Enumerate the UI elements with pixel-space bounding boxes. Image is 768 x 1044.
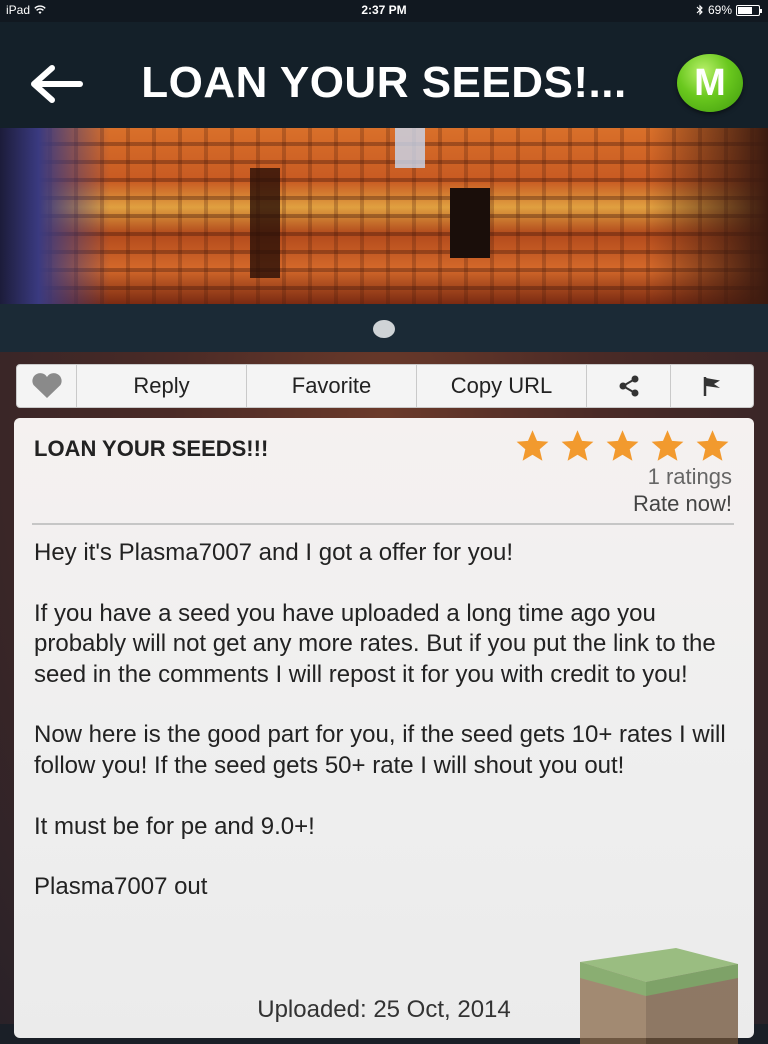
navigation-bar: LOAN YOUR SEEDS!...: [0, 22, 768, 128]
post-paragraph: Now here is the good part for you, if th…: [34, 721, 726, 779]
page-title: LOAN YOUR SEEDS!...: [141, 58, 627, 107]
post-body: Hey it's Plasma7007 and I got a offer fo…: [34, 538, 734, 933]
banner-shadow-left: [0, 128, 110, 304]
star-icon[interactable]: [514, 428, 551, 464]
ratings-count: 1 ratings: [647, 464, 732, 489]
star-icon[interactable]: [559, 428, 596, 464]
banner-pillar: [250, 168, 280, 278]
status-time: 2:37 PM: [361, 3, 407, 17]
report-button[interactable]: [671, 365, 753, 407]
post-title: LOAN YOUR SEEDS!!!: [34, 436, 269, 461]
banner-sky: [395, 128, 425, 168]
banner-shadow-right: [650, 128, 768, 304]
grass-block-icon: [580, 948, 738, 1044]
banner-cave-opening: [450, 188, 490, 258]
favorite-button[interactable]: Favorite: [247, 365, 417, 407]
copy-url-button[interactable]: Copy URL: [417, 365, 587, 407]
heart-icon: [31, 373, 62, 398]
battery-icon: [736, 4, 762, 16]
star-icon[interactable]: [604, 428, 641, 464]
rate-now-link[interactable]: Rate now!: [633, 491, 732, 517]
share-icon: [619, 375, 638, 397]
battery-fill: [738, 6, 752, 14]
banner-image[interactable]: [0, 128, 768, 304]
pager-dot-active[interactable]: [373, 320, 395, 338]
star-icon[interactable]: [649, 428, 686, 464]
flag-icon: [703, 377, 720, 396]
status-right: 69%: [696, 3, 762, 17]
favorite-label: Favorite: [291, 373, 372, 398]
logo-letter: M: [694, 61, 726, 104]
like-button[interactable]: [17, 365, 77, 407]
post-paragraph: It must be for pe and 9.0+!: [34, 812, 315, 840]
reply-label: Reply: [133, 373, 190, 398]
copy-url-label: Copy URL: [450, 373, 553, 398]
post-paragraph: Plasma7007 out: [34, 873, 208, 901]
divider: [32, 523, 734, 525]
share-button[interactable]: [587, 365, 671, 407]
app-logo-button[interactable]: M: [677, 54, 743, 112]
post-paragraph: If you have a seed you have uploaded a l…: [34, 599, 716, 688]
reply-button[interactable]: Reply: [77, 365, 247, 407]
star-rating[interactable]: [514, 428, 731, 464]
post-paragraph: Hey it's Plasma7007 and I got a offer fo…: [34, 539, 514, 566]
back-arrow-icon[interactable]: [26, 62, 86, 106]
star-icon[interactable]: [694, 428, 731, 464]
post-toolbar: Reply Favorite Copy URL: [16, 364, 754, 408]
bluetooth-icon: [696, 4, 703, 16]
status-bar: iPad 2:37 PM 69%: [0, 0, 768, 22]
battery-percent: 69%: [707, 3, 732, 17]
upload-date: Uploaded: 25 Oct, 2014: [257, 996, 511, 1023]
post-card: LOAN YOUR SEEDS!!! 1 ratings Rate now! H…: [14, 418, 754, 1044]
